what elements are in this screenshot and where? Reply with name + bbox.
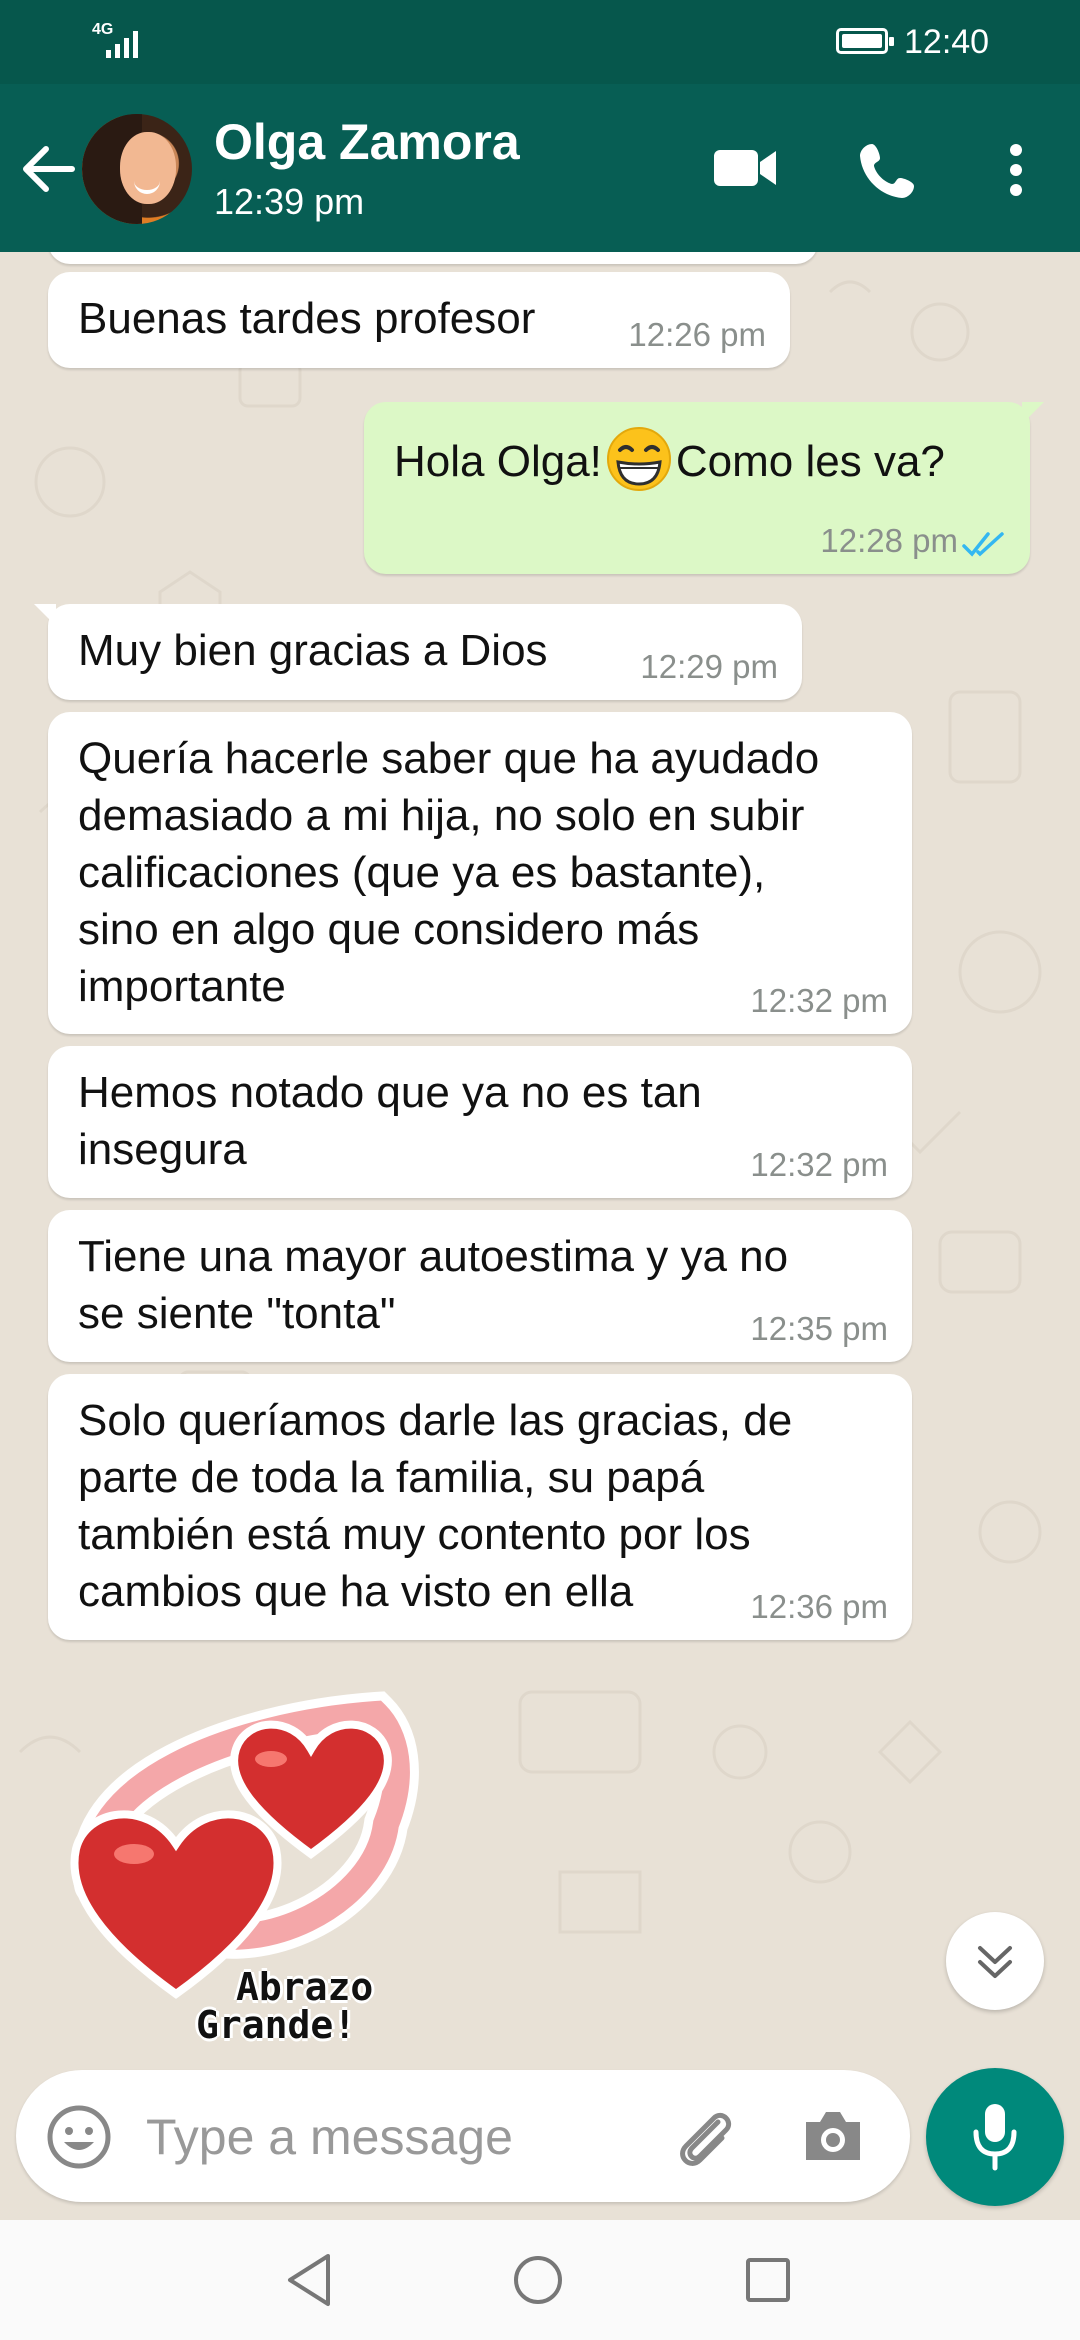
message-line: Quería hacerle saber que ha ayudado (78, 734, 820, 783)
message-line: demasiado a mi hija, no solo en subir (78, 791, 805, 840)
message-bubble-cutoff (48, 252, 818, 264)
message-time: 12:35 pm (750, 1310, 888, 1347)
message-bubble-incoming[interactable]: Quería hacerle saber que ha ayudado dema… (48, 712, 912, 1034)
contact-name[interactable]: Olga Zamora (214, 112, 520, 172)
message-bubble-incoming[interactable]: Tiene una mayor autoestima y ya no se si… (48, 1210, 912, 1362)
nav-home-icon[interactable] (512, 2254, 564, 2306)
message-bubble-incoming[interactable]: Muy bien gracias a Dios 12:29 pm (34, 604, 802, 700)
message-bubble-incoming[interactable]: Hemos notado que ya no es tan insegura 1… (48, 1046, 912, 1198)
battery-icon (836, 28, 894, 54)
sticker-line: Abrazo (236, 1965, 374, 2009)
more-options-icon[interactable] (1002, 140, 1030, 200)
read-receipt-icon (962, 532, 1004, 557)
phone-call-icon[interactable] (858, 140, 918, 200)
camera-icon[interactable] (802, 2108, 864, 2164)
message-composer (16, 2070, 910, 2202)
scroll-to-bottom-button[interactable] (946, 1912, 1044, 2010)
message-time: 12:26 pm (628, 316, 766, 353)
message-time: 12:32 pm (750, 982, 888, 1019)
nav-back-icon[interactable] (284, 2252, 334, 2308)
chat-header: Olga Zamora 12:39 pm (0, 84, 1080, 252)
message-line: Hemos notado que ya no es tan (78, 1068, 702, 1117)
last-seen: 12:39 pm (214, 181, 365, 222)
message-text-part: Como les va? (675, 437, 945, 486)
message-line: sino en algo que considero más (78, 905, 700, 954)
message-bubble-incoming[interactable]: Buenas tardes profesor 12:26 pm (48, 272, 790, 368)
message-text-outgoing: Hola Olga! Como les va? (394, 420, 1004, 492)
microphone-icon (973, 2104, 1017, 2171)
nav-recents-icon[interactable] (744, 2256, 792, 2304)
paperclip-icon[interactable] (670, 2102, 740, 2172)
double-chevron-down-icon (978, 1946, 1012, 1978)
message-time: 12:36 pm (750, 1588, 888, 1625)
message-time: 12:29 pm (640, 648, 778, 685)
sticker-line: Grande! (196, 2003, 357, 2047)
message-line: Solo queríamos darle las gracias, de (78, 1396, 793, 1445)
message-line: parte de toda la familia, su papá (78, 1453, 705, 1502)
chat-area[interactable]: Buenas tardes profesor 12:26 pm Hola Olg… (0, 252, 1080, 2072)
message-time: 12:28 pm (820, 522, 958, 559)
message-line: Tiene una mayor autoestima y ya no (78, 1232, 789, 1281)
message-line: calificaciones (que ya es bastante), (78, 848, 766, 897)
sticker-caption: Abrazo Grande! (196, 1968, 456, 2044)
message-text-part: Hola Olga! (394, 437, 602, 486)
grinning-face-emoji-icon (606, 427, 671, 491)
avatar[interactable] (82, 114, 192, 224)
message-bubble-outgoing[interactable]: Hola Olga! Como les va? 12:28 pm (364, 402, 1044, 574)
status-bar: 4G 12:40 (0, 0, 1080, 84)
message-time: 12:32 pm (750, 1146, 888, 1183)
system-nav-bar (0, 2220, 1080, 2340)
message-bubble-incoming[interactable]: Solo queríamos darle las gracias, de par… (48, 1374, 912, 1640)
emoji-icon[interactable] (46, 2104, 112, 2170)
message-line: también está muy contento por los (78, 1510, 751, 1559)
video-call-icon[interactable] (712, 140, 778, 196)
signal-icon: 4G (92, 22, 148, 60)
back-arrow-icon[interactable] (20, 144, 76, 194)
status-time: 12:40 (904, 23, 990, 61)
message-input[interactable] (144, 2100, 668, 2174)
voice-record-button[interactable] (926, 2068, 1064, 2206)
